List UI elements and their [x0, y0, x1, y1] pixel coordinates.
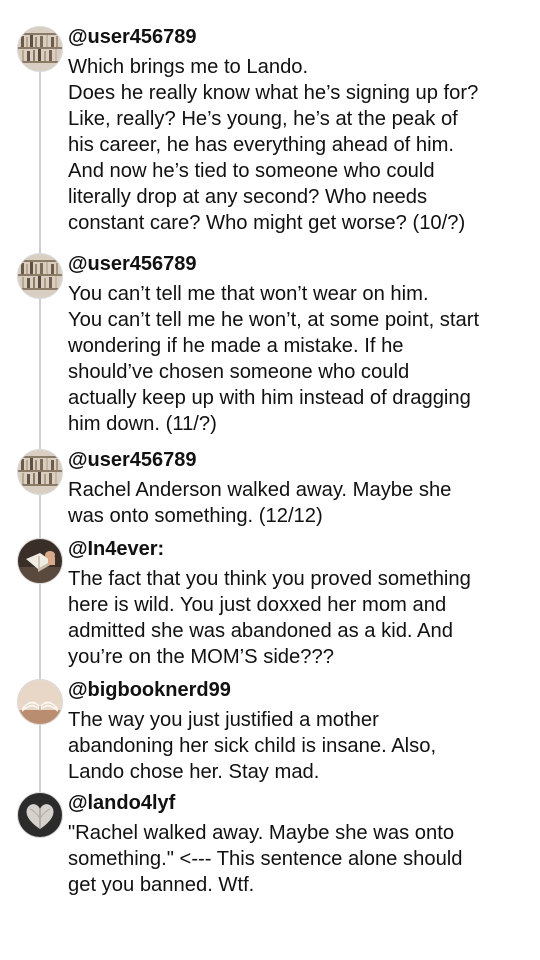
post-text-line: Lando chose her. Stay mad.	[68, 761, 320, 783]
post-text-line: actually keep up with him instead of dra…	[68, 387, 471, 409]
post-text-line: you’re on the MOM’S side???	[68, 646, 334, 668]
post-content: @user456789 Which brings me to Lando. Do…	[68, 24, 530, 236]
post-handle[interactable]: @In4ever:	[68, 536, 530, 562]
reading-avatar[interactable]	[17, 538, 63, 584]
post-text-line: constant care? Who might get worse? (10/…	[68, 212, 466, 234]
post-content: @In4ever: The fact that you think you pr…	[68, 536, 530, 670]
post-text-line: admitted she was abandoned as a kid. And	[68, 620, 453, 642]
post-content: @bigbooknerd99 The way you just justifie…	[68, 677, 530, 785]
open-book-avatar[interactable]	[17, 679, 63, 725]
post-text-line: You can’t tell me that won’t wear on him…	[68, 283, 429, 305]
post-text-line: was onto something. (12/12)	[68, 505, 323, 527]
post-text-line: should’ve chosen someone who could	[68, 361, 410, 383]
post-text-line: You can’t tell me he won’t, at some poin…	[68, 309, 480, 331]
post-text-line: And now he’s tied to someone who could	[68, 160, 435, 182]
post-text-line: abandoning her sick child is insane. Als…	[68, 735, 437, 757]
post-text-line: "Rachel walked away. Maybe she was onto	[68, 822, 455, 844]
post-text-line: The fact that you think you proved somet…	[68, 568, 471, 590]
post-text-line: wondering if he made a mistake. If he	[68, 335, 404, 357]
bookshelf-avatar[interactable]	[17, 449, 63, 495]
post-text: The fact that you think you proved somet…	[68, 566, 530, 670]
post-text-line: him down. (11/?)	[68, 413, 217, 435]
post-text: "Rachel walked away. Maybe she was onto …	[68, 820, 530, 898]
post-text-line: Rachel Anderson walked away. Maybe she	[68, 479, 452, 501]
post-handle[interactable]: @lando4lyf	[68, 790, 530, 816]
post-content: @user456789 Rachel Anderson walked away.…	[68, 447, 530, 529]
post-text: Rachel Anderson walked away. Maybe she w…	[68, 477, 530, 529]
post-content: @lando4lyf "Rachel walked away. Maybe sh…	[68, 790, 530, 898]
heart-book-avatar[interactable]	[17, 792, 63, 838]
post-text-line: The way you just justified a mother	[68, 709, 379, 731]
post-text-line: Like, really? He’s young, he’s at the pe…	[68, 108, 458, 130]
post-text-line: something." <--- This sentence alone sho…	[68, 848, 463, 870]
post-handle[interactable]: @bigbooknerd99	[68, 677, 530, 703]
post-text-line: here is wild. You just doxxed her mom an…	[68, 594, 447, 616]
post-content: @user456789 You can’t tell me that won’t…	[68, 251, 530, 437]
post-handle[interactable]: @user456789	[68, 251, 530, 277]
post-text-line: his career, he has everything ahead of h…	[68, 134, 455, 156]
post-handle[interactable]: @user456789	[68, 24, 530, 50]
post-text: Which brings me to Lando. Does he really…	[68, 54, 530, 236]
post-text-line: get you banned. Wtf.	[68, 874, 255, 896]
post-text-line: Which brings me to Lando.	[68, 56, 309, 78]
post-handle[interactable]: @user456789	[68, 447, 530, 473]
post-text: The way you just justified a mother aban…	[68, 707, 530, 785]
post-text-line: literally drop at any second? Who needs	[68, 186, 428, 208]
post-text-line: Does he really know what he’s signing up…	[68, 82, 479, 104]
post-text: You can’t tell me that won’t wear on him…	[68, 281, 530, 437]
bookshelf-avatar[interactable]	[17, 253, 63, 299]
bookshelf-avatar[interactable]	[17, 26, 63, 72]
